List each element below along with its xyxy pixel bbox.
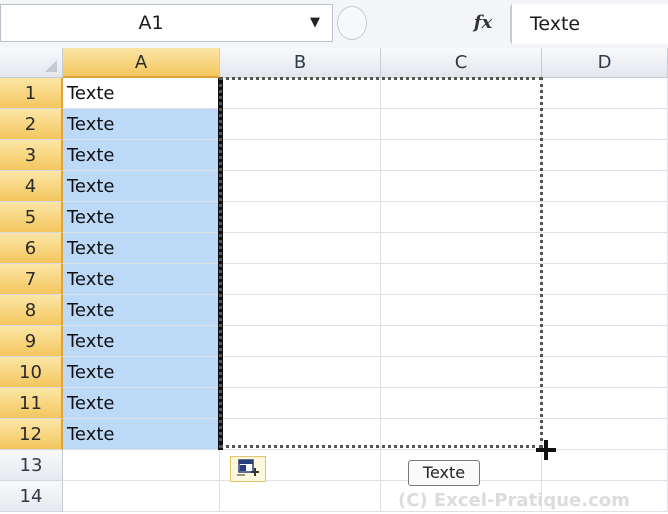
cell-c2[interactable] <box>381 109 542 140</box>
cell-b5[interactable] <box>220 202 381 233</box>
paste-options-button[interactable] <box>230 456 266 482</box>
select-all-corner[interactable] <box>0 48 63 78</box>
cell-d11[interactable] <box>542 388 668 419</box>
cell-c4[interactable] <box>381 171 542 202</box>
cell-a8[interactable]: Texte <box>63 295 220 326</box>
row-header-3[interactable]: 3 <box>0 140 63 171</box>
cell-a2[interactable]: Texte <box>63 109 220 140</box>
cell-c10[interactable] <box>381 357 542 388</box>
cell-c11[interactable] <box>381 388 542 419</box>
active-cell-border <box>218 78 223 450</box>
cell-d3[interactable] <box>542 140 668 171</box>
cell-c1[interactable] <box>381 78 542 109</box>
insert-function-icon[interactable]: fx <box>466 9 500 37</box>
formula-bar-resize-handle[interactable] <box>337 6 367 40</box>
drag-tooltip: Texte <box>408 460 480 486</box>
cell-a12[interactable]: Texte <box>63 419 220 450</box>
cell-b2[interactable] <box>220 109 381 140</box>
cell-a13[interactable] <box>63 450 220 481</box>
cell-d9[interactable] <box>542 326 668 357</box>
cell-b1[interactable] <box>220 78 381 109</box>
cell-a9[interactable]: Texte <box>63 326 220 357</box>
cell-d8[interactable] <box>542 295 668 326</box>
cell-d13[interactable] <box>542 450 668 481</box>
cell-c9[interactable] <box>381 326 542 357</box>
column-header-c[interactable]: C <box>381 48 542 78</box>
cell-b6[interactable] <box>220 233 381 264</box>
name-box[interactable]: A1 ▼ <box>0 4 333 42</box>
cell-a14[interactable] <box>63 481 220 512</box>
cell-c7[interactable] <box>381 264 542 295</box>
cell-c12[interactable] <box>381 419 542 450</box>
row-header-13[interactable]: 13 <box>0 450 63 481</box>
cell-a7[interactable]: Texte <box>63 264 220 295</box>
cell-c8[interactable] <box>381 295 542 326</box>
row-header-8[interactable]: 8 <box>0 295 63 326</box>
cell-b9[interactable] <box>220 326 381 357</box>
cell-a5[interactable]: Texte <box>63 202 220 233</box>
column-header-d[interactable]: D <box>542 48 668 78</box>
paste-options-icon <box>237 459 259 476</box>
cell-b3[interactable] <box>220 140 381 171</box>
cell-b11[interactable] <box>220 388 381 419</box>
cell-c5[interactable] <box>381 202 542 233</box>
cell-d5[interactable] <box>542 202 668 233</box>
formula-input[interactable]: Texte <box>511 4 668 44</box>
cell-d12[interactable] <box>542 419 668 450</box>
cell-b4[interactable] <box>220 171 381 202</box>
cell-a10[interactable]: Texte <box>63 357 220 388</box>
row-header-11[interactable]: 11 <box>0 388 63 419</box>
column-header-b[interactable]: B <box>220 48 381 78</box>
cell-a6[interactable]: Texte <box>63 233 220 264</box>
cell-d2[interactable] <box>542 109 668 140</box>
name-box-value: A1 <box>138 12 164 34</box>
row-header-2[interactable]: 2 <box>0 109 63 140</box>
row-header-14[interactable]: 14 <box>0 481 63 512</box>
cell-b14[interactable] <box>220 481 381 512</box>
formula-bar: A1 ▼ fx Texte <box>0 0 668 49</box>
cell-a1[interactable]: Texte <box>63 78 220 109</box>
watermark: (C) Excel-Pratique.com <box>398 490 630 511</box>
row-header-7[interactable]: 7 <box>0 264 63 295</box>
cell-d1[interactable] <box>542 78 668 109</box>
move-cursor-icon <box>536 440 556 460</box>
cell-c6[interactable] <box>381 233 542 264</box>
cell-c3[interactable] <box>381 140 542 171</box>
row-header-1[interactable]: 1 <box>0 78 63 109</box>
cell-b7[interactable] <box>220 264 381 295</box>
cell-b10[interactable] <box>220 357 381 388</box>
cell-b12[interactable] <box>220 419 381 450</box>
row-header-10[interactable]: 10 <box>0 357 63 388</box>
row-header-4[interactable]: 4 <box>0 171 63 202</box>
column-header-a[interactable]: A <box>63 48 220 78</box>
row-header-6[interactable]: 6 <box>0 233 63 264</box>
cell-a11[interactable]: Texte <box>63 388 220 419</box>
row-header-12[interactable]: 12 <box>0 419 63 450</box>
chevron-down-icon[interactable]: ▼ <box>305 13 325 33</box>
cell-b8[interactable] <box>220 295 381 326</box>
cell-d4[interactable] <box>542 171 668 202</box>
cell-d6[interactable] <box>542 233 668 264</box>
cell-d10[interactable] <box>542 357 668 388</box>
row-header-9[interactable]: 9 <box>0 326 63 357</box>
spreadsheet-grid: ABCD 1 Texte 2 Texte 3 Texte 4 Texte 5 Texte 6 Text… <box>0 48 668 512</box>
cell-d7[interactable] <box>542 264 668 295</box>
cell-a3[interactable]: Texte <box>63 140 220 171</box>
row-header-5[interactable]: 5 <box>0 202 63 233</box>
cell-a4[interactable]: Texte <box>63 171 220 202</box>
select-all-triangle-icon <box>45 60 57 72</box>
